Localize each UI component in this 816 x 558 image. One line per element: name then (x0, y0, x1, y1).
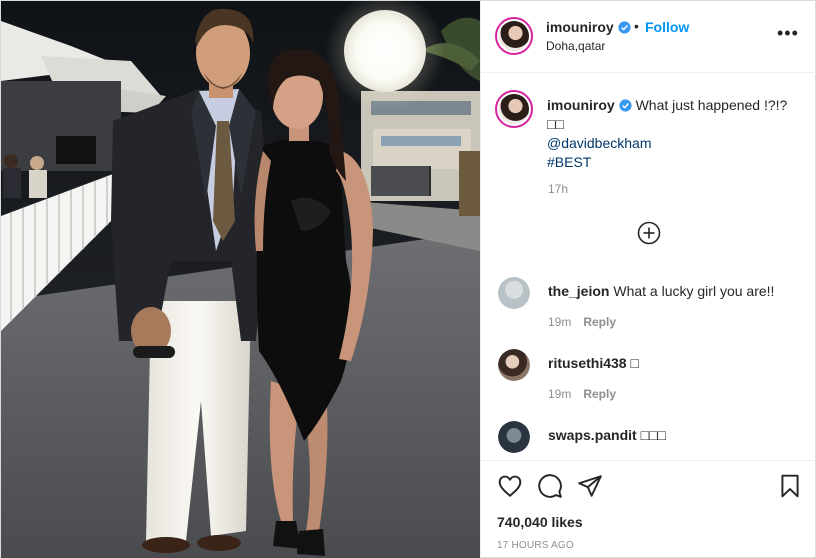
post-header: imouniroy • Follow Doha,qatar ••• (481, 1, 816, 73)
caption-timestamp[interactable]: 17h (548, 182, 568, 196)
instagram-post: imouniroy • Follow Doha,qatar ••• imouni… (0, 0, 816, 558)
comment-item: swaps.pandit □□□ (481, 421, 816, 459)
comment-body: What a lucky girl you are!! (613, 283, 775, 299)
follow-button[interactable]: Follow (645, 19, 689, 35)
commenter-avatar[interactable] (498, 421, 530, 453)
caption-mention[interactable]: @davidbeckham (547, 134, 797, 153)
caption-username[interactable]: imouniroy (547, 97, 615, 113)
post-actions-bar (481, 460, 816, 512)
more-options-icon[interactable]: ••• (777, 23, 798, 43)
commenter-username[interactable]: swaps.pandit (548, 427, 637, 443)
verified-badge-icon (619, 99, 632, 112)
post-caption: imouniroy What just happened !?!?□□ @dav… (547, 96, 797, 172)
commenter-avatar[interactable] (498, 277, 530, 309)
share-icon[interactable] (577, 473, 603, 499)
author-username[interactable]: imouniroy (546, 19, 631, 35)
heart-icon[interactable] (497, 473, 523, 499)
comment-item: the_jeion What a lucky girl you are!! 19… (481, 277, 816, 347)
comment-meta: 19m Reply (548, 387, 616, 401)
comment-body: □ (630, 355, 639, 371)
verified-badge-icon (618, 21, 631, 34)
reply-button[interactable]: Reply (583, 315, 616, 329)
post-location[interactable]: Doha,qatar (546, 39, 605, 53)
bookmark-icon[interactable] (777, 473, 803, 499)
comment-time[interactable]: 19m (548, 387, 571, 401)
comment-text: ritusethi438 □ (548, 355, 803, 371)
comment-meta: 19m Reply (548, 315, 616, 329)
comment-time[interactable]: 19m (548, 315, 571, 329)
caption-hashtag[interactable]: #BEST (547, 153, 797, 172)
comment-text: swaps.pandit □□□ (548, 427, 803, 443)
post-photo[interactable] (1, 1, 480, 558)
commenter-username[interactable]: the_jeion (548, 283, 609, 299)
commenter-avatar[interactable] (498, 349, 530, 381)
plus-circle-icon[interactable] (637, 221, 661, 245)
reply-button[interactable]: Reply (583, 387, 616, 401)
post-side-panel: imouniroy • Follow Doha,qatar ••• imouni… (480, 1, 816, 557)
commenter-username[interactable]: ritusethi438 (548, 355, 627, 371)
comment-body: □□□ (640, 427, 666, 443)
post-photo-illustration (1, 1, 480, 558)
likes-count[interactable]: 740,040 likes (497, 514, 583, 530)
comment-item: ritusethi438 □ 19m Reply (481, 349, 816, 419)
comments-section[interactable]: imouniroy What just happened !?!?□□ @dav… (481, 74, 816, 459)
comment-text: the_jeion What a lucky girl you are!! (548, 283, 803, 299)
comment-icon[interactable] (537, 473, 563, 499)
header-separator: • (634, 18, 639, 34)
caption-avatar[interactable] (495, 90, 533, 128)
author-avatar[interactable] (495, 17, 533, 55)
post-timestamp[interactable]: 17 HOURS AGO (497, 540, 574, 551)
